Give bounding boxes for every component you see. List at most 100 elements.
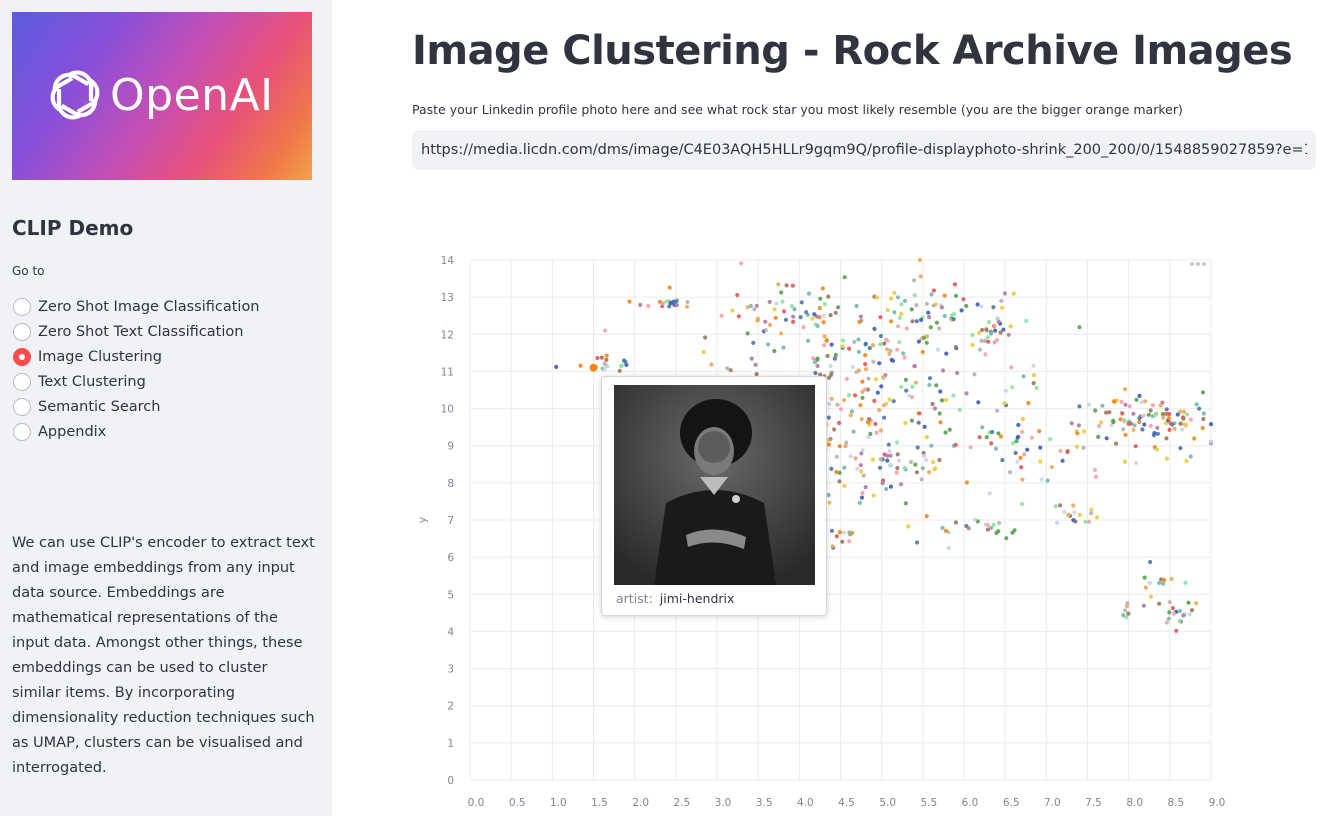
radio-button[interactable]: [13, 297, 31, 316]
scatter-point[interactable]: [896, 458, 902, 463]
scatter-point[interactable]: [999, 298, 1004, 303]
scatter-point[interactable]: [942, 293, 947, 298]
scatter-point[interactable]: [827, 402, 832, 407]
scatter-point[interactable]: [946, 545, 951, 551]
scatter-point[interactable]: [951, 393, 956, 398]
scatter-point[interactable]: [685, 300, 690, 305]
scatter-point[interactable]: [668, 300, 673, 305]
scatter-point[interactable]: [1038, 459, 1043, 464]
scatter-point[interactable]: [719, 313, 724, 318]
scatter-point[interactable]: [834, 534, 839, 539]
scatter-point[interactable]: [1177, 618, 1182, 624]
scatter-point[interactable]: [1164, 407, 1169, 412]
scatter-point[interactable]: [1123, 432, 1128, 437]
scatter-point[interactable]: [1009, 365, 1014, 370]
scatter-point[interactable]: [840, 344, 845, 349]
scatter-point[interactable]: [870, 343, 876, 348]
scatter-point[interactable]: [896, 324, 901, 329]
scatter-point[interactable]: [917, 257, 923, 263]
scatter-point[interactable]: [878, 457, 883, 462]
scatter-point[interactable]: [1034, 385, 1039, 390]
scatter-point[interactable]: [1092, 467, 1097, 472]
scatter-point[interactable]: [1146, 412, 1151, 417]
scatter-point[interactable]: [1157, 580, 1162, 585]
nav-option-zero-shot-text[interactable]: Zero Shot Text Classification: [12, 319, 260, 344]
scatter-point[interactable]: [851, 429, 856, 434]
scatter-point[interactable]: [987, 320, 992, 325]
scatter-point[interactable]: [1148, 559, 1153, 565]
scatter-point[interactable]: [885, 308, 890, 313]
scatter-point[interactable]: [1022, 452, 1027, 457]
scatter-point[interactable]: [1077, 404, 1082, 409]
scatter-point[interactable]: [1012, 528, 1017, 533]
scatter-point[interactable]: [912, 278, 917, 283]
scatter-point[interactable]: [919, 477, 924, 482]
scatter-point[interactable]: [1141, 413, 1146, 418]
scatter-point[interactable]: [1002, 291, 1008, 296]
scatter-point[interactable]: [1172, 426, 1177, 431]
scatter-point[interactable]: [815, 323, 820, 328]
scatter-point[interactable]: [847, 539, 852, 544]
scatter-point[interactable]: [984, 327, 989, 332]
scatter-point[interactable]: [885, 453, 890, 458]
scatter-point[interactable]: [1025, 447, 1030, 452]
scatter-point[interactable]: [1192, 436, 1197, 441]
scatter-point[interactable]: [829, 396, 834, 401]
scatter-point[interactable]: [934, 383, 939, 388]
scatter-point[interactable]: [889, 357, 894, 362]
scatter-point[interactable]: [1162, 577, 1167, 583]
scatter-point[interactable]: [1099, 420, 1104, 425]
scatter-point[interactable]: [892, 290, 897, 295]
scatter-point[interactable]: [821, 313, 826, 318]
scatter-point[interactable]: [1189, 608, 1195, 613]
scatter-point[interactable]: [835, 305, 841, 310]
scatter-point[interactable]: [782, 309, 787, 314]
scatter-point[interactable]: [1077, 512, 1082, 517]
scatter-point[interactable]: [857, 500, 862, 505]
scatter-point[interactable]: [976, 400, 981, 405]
scatter-point[interactable]: [1127, 404, 1132, 409]
scatter-point[interactable]: [972, 372, 977, 377]
scatter-point[interactable]: [833, 310, 838, 315]
scatter-point[interactable]: [1097, 423, 1102, 429]
scatter-point[interactable]: [884, 337, 889, 342]
scatter-point[interactable]: [994, 338, 1000, 343]
scatter-point[interactable]: [1137, 419, 1142, 425]
scatter-point[interactable]: [837, 530, 843, 535]
scatter-point[interactable]: [895, 295, 901, 300]
scatter-point[interactable]: [860, 395, 865, 400]
scatter-point[interactable]: [867, 346, 872, 351]
scatter-point[interactable]: [980, 327, 985, 333]
scatter-point[interactable]: [1142, 422, 1147, 427]
nav-option-appendix[interactable]: Appendix: [12, 419, 260, 444]
scatter-point[interactable]: [774, 301, 779, 306]
scatter-point[interactable]: [1077, 325, 1082, 330]
scatter-point[interactable]: [813, 370, 818, 376]
scatter-point[interactable]: [837, 479, 842, 484]
scatter-point[interactable]: [1045, 478, 1050, 483]
scatter-point[interactable]: [853, 393, 858, 398]
scatter-point[interactable]: [602, 367, 607, 372]
scatter-point[interactable]: [1167, 416, 1172, 421]
scatter-point[interactable]: [1183, 580, 1188, 585]
scatter-point[interactable]: [1186, 600, 1191, 605]
scatter-point[interactable]: [1141, 603, 1146, 608]
scatter-point[interactable]: [1066, 512, 1071, 517]
scatter-point[interactable]: [824, 338, 829, 343]
scatter-point[interactable]: [924, 301, 930, 306]
scatter-point[interactable]: [894, 470, 899, 475]
scatter-point[interactable]: [1183, 422, 1188, 427]
scatter-point[interactable]: [833, 352, 838, 358]
scatter-point[interactable]: [1093, 474, 1098, 479]
scatter-point[interactable]: [1147, 581, 1153, 586]
scatter-point[interactable]: [920, 466, 925, 471]
scatter-point[interactable]: [1119, 399, 1124, 404]
scatter-point[interactable]: [776, 282, 781, 287]
scatter-point[interactable]: [854, 369, 859, 375]
scatter-point[interactable]: [791, 319, 796, 324]
scatter-point[interactable]: [895, 440, 900, 445]
scatter-point[interactable]: [915, 445, 920, 450]
scatter-point[interactable]: [910, 319, 915, 324]
scatter-point[interactable]: [863, 485, 868, 490]
scatter-point[interactable]: [1157, 601, 1162, 606]
